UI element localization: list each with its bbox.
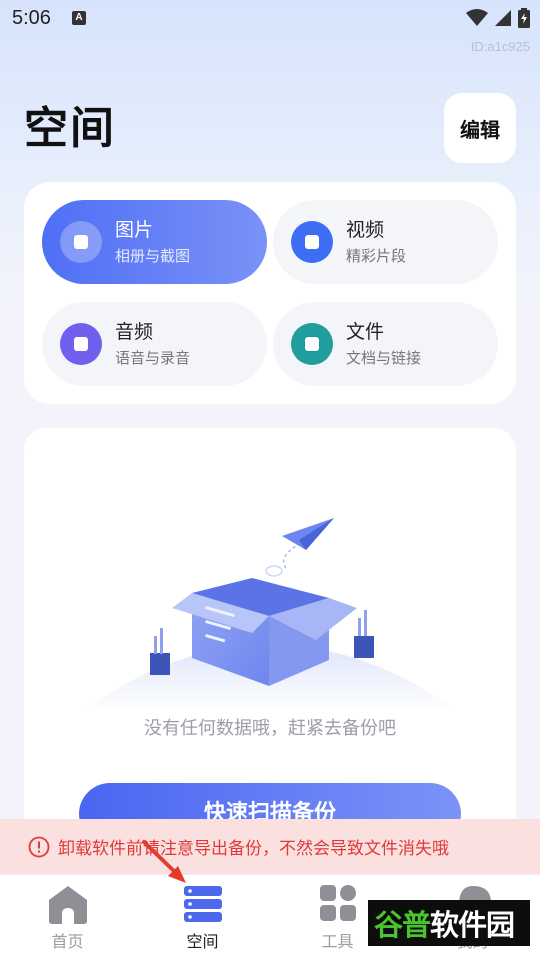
status-time: 5:06 xyxy=(12,7,51,29)
category-title: 音频 xyxy=(115,320,154,343)
category-subtitle: 相册与截图 xyxy=(115,246,191,265)
audio-icon xyxy=(60,323,102,365)
notification-a-icon: A xyxy=(72,11,86,25)
status-icons xyxy=(466,8,530,28)
watermark-white-text: 软件园 xyxy=(430,908,515,942)
edit-button[interactable]: 编辑 xyxy=(444,93,516,163)
warning-text: 卸载软件前请注意导出备份，不然会导致文件消失哦 xyxy=(58,839,449,859)
watermark-logo: 谷普 软件园 xyxy=(368,900,530,946)
tab-space[interactable]: 空间 xyxy=(135,875,270,960)
tab-home[interactable]: 首页 xyxy=(0,875,135,960)
warning-icon xyxy=(28,836,50,857)
category-videos[interactable]: 视频 精彩片段 xyxy=(273,200,498,284)
empty-state-message: 没有任何数据哦，赶紧去备份吧 xyxy=(144,718,396,739)
tools-grid-icon xyxy=(320,885,356,921)
category-title: 视频 xyxy=(346,218,385,241)
category-card: 图片 相册与截图 视频 精彩片段 音频 语音与录音 文件 文档与链接 xyxy=(24,182,516,404)
category-files[interactable]: 文件 文档与链接 xyxy=(273,302,498,386)
category-subtitle: 语音与录音 xyxy=(115,348,191,367)
empty-box-illustration xyxy=(82,518,458,711)
status-bar: 5:06 A xyxy=(0,0,540,38)
videos-icon xyxy=(291,221,333,263)
wifi-icon xyxy=(466,9,488,26)
images-icon xyxy=(60,221,102,263)
category-subtitle: 精彩片段 xyxy=(346,246,407,265)
battery-icon xyxy=(518,8,530,28)
category-images[interactable]: 图片 相册与截图 xyxy=(42,200,267,284)
page-title: 空间 xyxy=(24,103,116,154)
tab-label: 首页 xyxy=(51,932,84,951)
category-title: 图片 xyxy=(115,218,154,241)
watermark-green-text: 谷普 xyxy=(374,908,431,942)
category-title: 文件 xyxy=(346,320,385,343)
warning-banner: 卸载软件前请注意导出备份，不然会导致文件消失哦 xyxy=(0,819,540,874)
device-id: ID:a1c925 xyxy=(470,39,530,54)
space-list-icon xyxy=(184,886,222,922)
home-icon xyxy=(49,886,87,924)
category-subtitle: 文档与链接 xyxy=(346,348,422,367)
category-audio[interactable]: 音频 语音与录音 xyxy=(42,302,267,386)
files-icon xyxy=(291,323,333,365)
signal-icon xyxy=(495,10,511,26)
tab-label: 空间 xyxy=(186,932,219,951)
